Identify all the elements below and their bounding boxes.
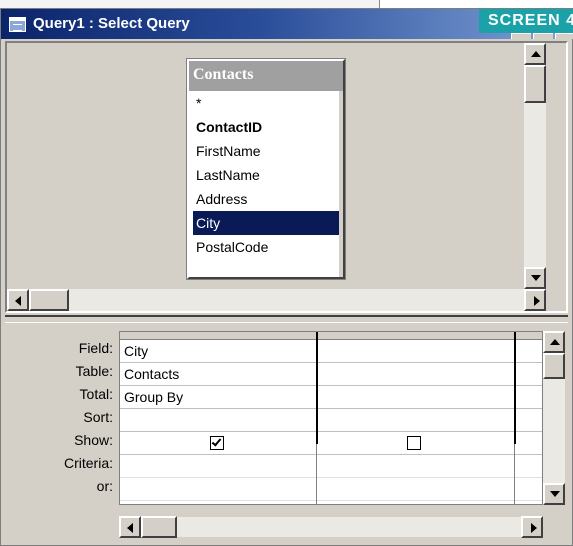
table-pane-hscroll[interactable] — [7, 289, 546, 311]
scroll-down-icon — [531, 275, 541, 281]
grid-row-total: Group By — [120, 386, 542, 409]
cell-total-col1[interactable]: Group By — [120, 386, 316, 408]
design-grid-pane: Field: Table: Total: Sort: Show: Criteri… — [5, 323, 568, 538]
grid-scroll-right-button[interactable] — [521, 516, 543, 538]
scroll-down-button[interactable] — [524, 267, 546, 289]
row-label-or: or: — [96, 478, 113, 494]
column-divider[interactable] — [316, 332, 318, 444]
field-item-all[interactable]: * — [193, 91, 343, 115]
grid-vscroll[interactable] — [543, 331, 565, 505]
field-item-postalcode[interactable]: PostalCode — [193, 235, 343, 259]
grid-row-sort — [120, 409, 542, 432]
scroll-right-icon — [534, 296, 540, 306]
field-item-contactid[interactable]: ContactID — [193, 115, 343, 139]
table-pane[interactable]: Contacts * ContactID FirstName LastName … — [5, 41, 568, 313]
column-divider — [316, 444, 317, 504]
minimize-button[interactable] — [511, 33, 531, 39]
grid-row-labels: Field: Table: Total: Sort: Show: Criteri… — [5, 337, 117, 498]
scroll-right-icon — [531, 523, 537, 533]
cell-sort-col1[interactable] — [120, 409, 316, 431]
row-label-criteria: Criteria: — [63, 455, 113, 471]
column-divider[interactable] — [514, 332, 516, 444]
scroll-corner — [546, 289, 566, 311]
field-item-city[interactable]: City — [193, 211, 339, 235]
grid-vscroll-thumb[interactable] — [543, 353, 565, 379]
cell-or-col1[interactable] — [120, 478, 316, 500]
row-label-sort: Sort: — [83, 409, 113, 425]
cell-criteria-col2[interactable] — [318, 455, 514, 477]
checkbox-icon — [211, 436, 222, 447]
cell-table-col2[interactable] — [318, 363, 514, 385]
grid-column-selectors[interactable] — [120, 332, 542, 340]
field-item-lastname[interactable]: LastName — [193, 163, 343, 187]
field-list-scroll-edge — [339, 91, 343, 277]
field-list-title[interactable]: Contacts — [189, 61, 343, 91]
row-label-show: Show: — [74, 432, 113, 448]
maximize-button[interactable] — [533, 33, 553, 39]
show-checkbox-col1[interactable] — [210, 436, 224, 450]
row-label-field: Field: — [78, 340, 113, 356]
field-item-address[interactable]: Address — [193, 187, 343, 211]
field-list-contacts[interactable]: Contacts * ContactID FirstName LastName … — [186, 58, 346, 280]
grid-scroll-left-button[interactable] — [119, 516, 141, 538]
scroll-left-icon — [15, 296, 21, 306]
column-divider — [514, 444, 515, 504]
field-item-firstname[interactable]: FirstName — [193, 139, 343, 163]
hscroll-thumb[interactable] — [29, 289, 69, 311]
scroll-up-button[interactable] — [524, 43, 546, 65]
query-design-window: Query1 : Select Query SCREEN 4 Contacts … — [0, 8, 573, 546]
grid-row-or — [120, 478, 542, 501]
grid-row-criteria — [120, 455, 542, 478]
grid-row-table: Contacts — [120, 363, 542, 386]
grid-row-field: City — [120, 340, 542, 363]
title-bar[interactable]: Query1 : Select Query SCREEN 4 — [1, 9, 573, 39]
cell-or-col2[interactable] — [318, 478, 514, 500]
show-checkbox-col2[interactable] — [407, 436, 421, 450]
scroll-up-icon — [531, 51, 541, 57]
design-grid[interactable]: City Contacts Group By — [119, 331, 543, 505]
cell-field-col2[interactable] — [318, 340, 514, 362]
table-pane-vscroll[interactable] — [524, 43, 546, 289]
screen-badge: SCREEN 4 — [479, 9, 573, 33]
cell-sort-col2[interactable] — [318, 409, 514, 431]
grid-scroll-down-button[interactable] — [543, 483, 565, 505]
window-title: Query1 : Select Query — [33, 15, 190, 32]
field-list-body: * ContactID FirstName LastName Address C… — [189, 91, 343, 259]
vscroll-thumb[interactable] — [524, 65, 546, 103]
query-window-icon[interactable] — [9, 17, 26, 32]
pane-splitter[interactable] — [5, 315, 568, 323]
cell-criteria-col1[interactable] — [120, 455, 316, 477]
grid-row-show — [120, 432, 542, 455]
scroll-down-icon — [550, 491, 560, 497]
grid-hscroll[interactable] — [119, 516, 543, 538]
scroll-up-icon — [550, 339, 560, 345]
close-button[interactable] — [555, 33, 573, 39]
grid-hscroll-thumb[interactable] — [141, 516, 177, 538]
row-label-total: Total: — [79, 386, 113, 402]
row-label-table: Table: — [75, 363, 113, 379]
hscroll-track[interactable] — [29, 289, 524, 311]
scroll-left-icon — [127, 523, 133, 533]
scroll-right-button[interactable] — [524, 289, 546, 311]
grid-scroll-up-button[interactable] — [543, 331, 565, 353]
cell-field-col1[interactable]: City — [120, 340, 316, 362]
scroll-left-button[interactable] — [7, 289, 29, 311]
cell-table-col1[interactable]: Contacts — [120, 363, 316, 385]
cell-total-col2[interactable] — [318, 386, 514, 408]
